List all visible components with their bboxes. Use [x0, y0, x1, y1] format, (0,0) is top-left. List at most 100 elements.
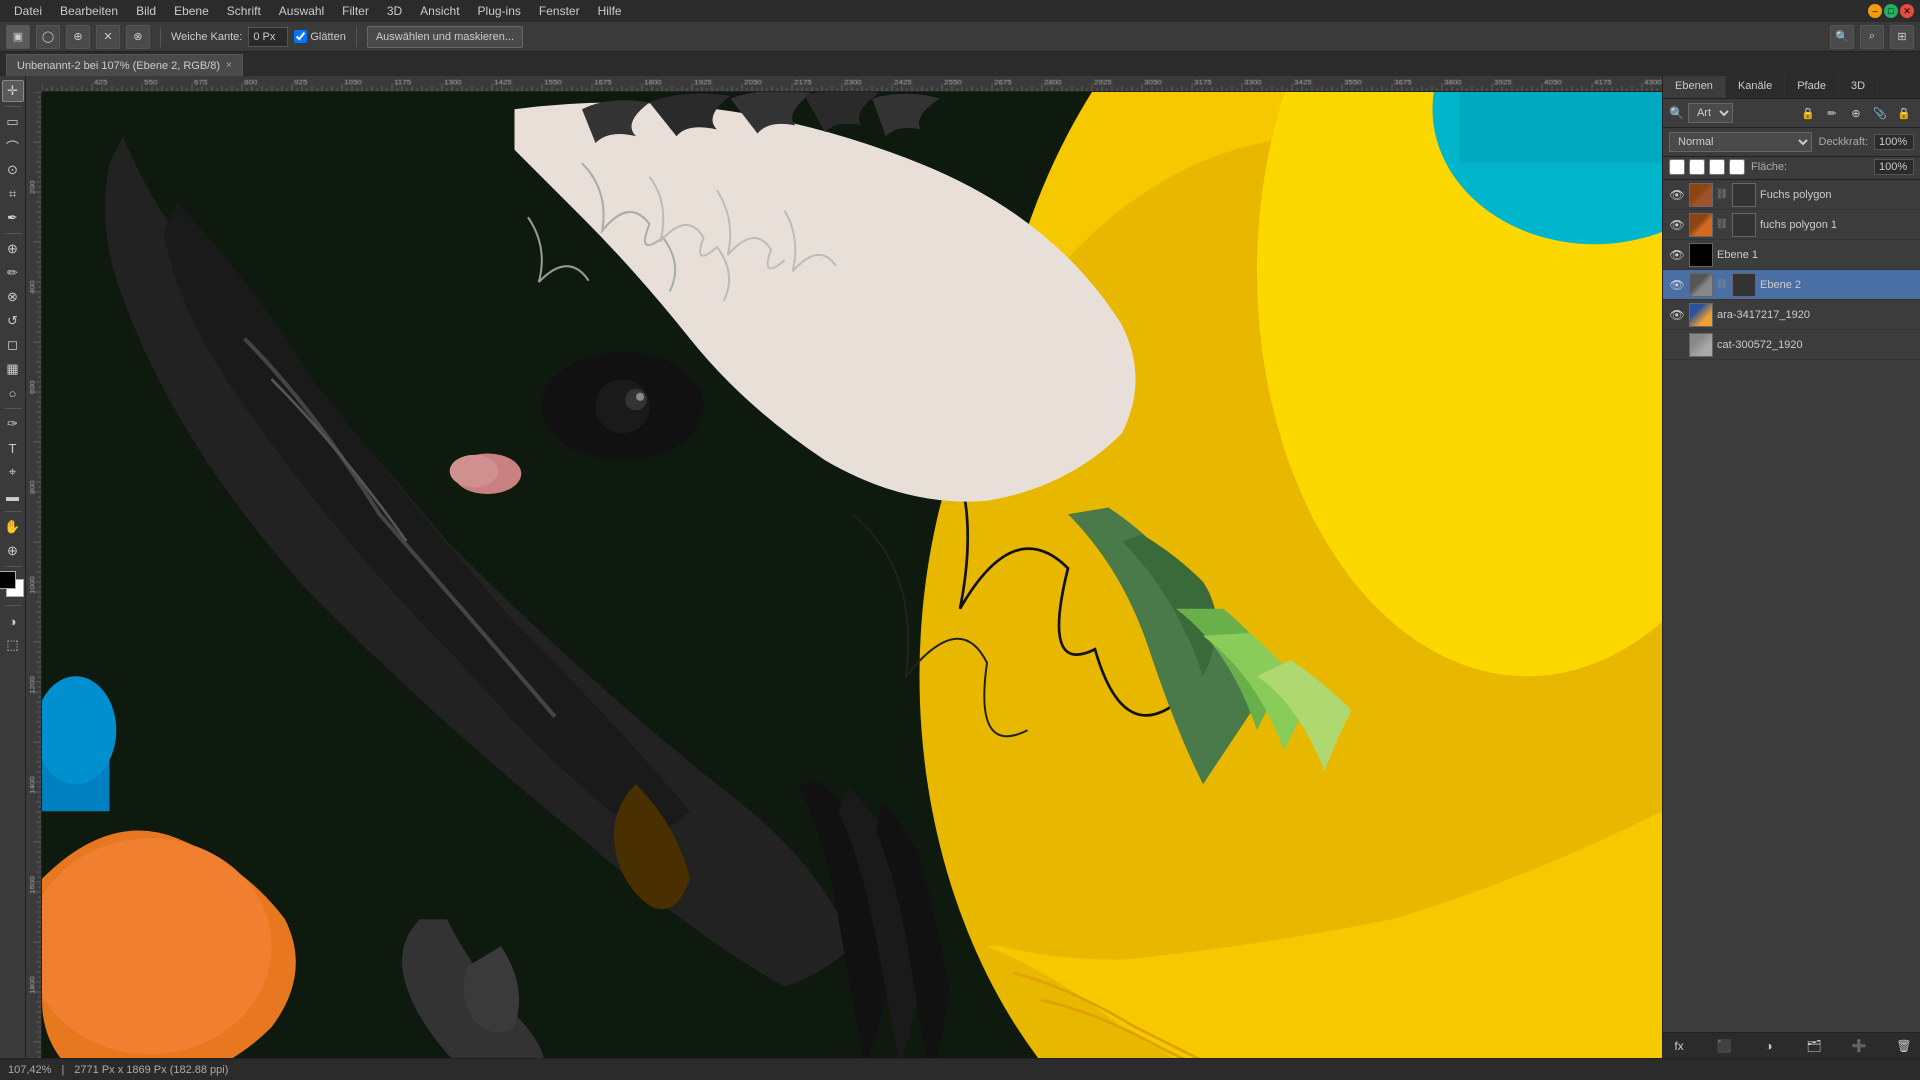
- menu-bearbeiten[interactable]: Bearbeiten: [52, 2, 126, 20]
- lock-all-btn[interactable]: 🔒: [1894, 103, 1914, 123]
- opacity-input[interactable]: [1874, 134, 1914, 150]
- dodge-tool[interactable]: ○: [2, 382, 24, 404]
- lock-artboard-btn[interactable]: 📎: [1870, 103, 1890, 123]
- layer-mask-button[interactable]: ⬛: [1714, 1036, 1734, 1056]
- canvas-area[interactable]: [26, 76, 1662, 1058]
- layer-chain-fuchs-polygon: ⛓: [1717, 189, 1727, 200]
- hand-tool[interactable]: ✋: [2, 516, 24, 538]
- tab-3d[interactable]: 3D: [1839, 76, 1878, 98]
- maximize-button[interactable]: □: [1884, 4, 1898, 18]
- tab-kanaele[interactable]: Kanäle: [1726, 76, 1785, 98]
- menu-ansicht[interactable]: Ansicht: [412, 2, 467, 20]
- menu-3d[interactable]: 3D: [379, 2, 410, 20]
- menu-hilfe[interactable]: Hilfe: [590, 2, 630, 20]
- tab-close-icon[interactable]: ×: [226, 60, 232, 71]
- eraser-tool[interactable]: ◻: [2, 334, 24, 356]
- color-swatches[interactable]: [0, 571, 26, 601]
- text-tool[interactable]: T: [2, 437, 24, 459]
- path-select-tool[interactable]: ⌖: [2, 461, 24, 483]
- search-icon-btn[interactable]: 🔍: [1830, 25, 1854, 49]
- spot-heal-tool[interactable]: ⊕: [2, 238, 24, 260]
- history-brush-tool[interactable]: ↺: [2, 310, 24, 332]
- layer-name-fuchs-polygon-1: fuchs polygon 1: [1760, 219, 1914, 231]
- selection-tool-new[interactable]: ⊗: [126, 25, 150, 49]
- screen-mode-btn[interactable]: ⊞: [1890, 25, 1914, 49]
- menu-bild[interactable]: Bild: [128, 2, 164, 20]
- lock-position-btn[interactable]: ⊕: [1846, 103, 1866, 123]
- lock-transparent-checkbox[interactable]: [1669, 159, 1685, 175]
- lasso-tool[interactable]: ⌒: [2, 135, 24, 157]
- pen-tool[interactable]: ✑: [2, 413, 24, 435]
- crop-tool[interactable]: ⌗: [2, 183, 24, 205]
- zoom-icon-btn[interactable]: ⌕: [1860, 25, 1884, 49]
- menu-schrift[interactable]: Schrift: [219, 2, 269, 20]
- zoom-tool[interactable]: ⊕: [2, 540, 24, 562]
- foreground-color[interactable]: [0, 571, 16, 589]
- menu-fenster[interactable]: Fenster: [531, 2, 588, 20]
- layer-item-cat[interactable]: cat-300572_1920: [1663, 330, 1920, 360]
- tool-separator3: [4, 408, 22, 409]
- marquee-tool[interactable]: ▭: [2, 111, 24, 133]
- soft-edge-input[interactable]: [248, 27, 288, 47]
- selection-tool-lasso[interactable]: ⊕: [66, 25, 90, 49]
- layer-visibility-ebene-2[interactable]: 👁: [1669, 277, 1685, 293]
- close-button[interactable]: ✕: [1900, 4, 1914, 18]
- menu-auswahl[interactable]: Auswahl: [271, 2, 332, 20]
- adjustment-layer-button[interactable]: ◑: [1759, 1036, 1779, 1056]
- brush-tool[interactable]: ✏: [2, 262, 24, 284]
- menu-filter[interactable]: Filter: [334, 2, 377, 20]
- layer-visibility-fuchs-polygon[interactable]: 👁: [1669, 187, 1685, 203]
- lock-paint-btn[interactable]: ✏: [1822, 103, 1842, 123]
- layer-thumb-ara: [1689, 303, 1713, 327]
- gradient-tool[interactable]: ▦: [2, 358, 24, 380]
- eyedropper-tool[interactable]: ✒: [2, 207, 24, 229]
- menu-plugins[interactable]: Plug-ins: [470, 2, 529, 20]
- tool-separator5: [4, 566, 22, 567]
- canvas-image[interactable]: [42, 92, 1662, 1058]
- clone-stamp-tool[interactable]: ⊗: [2, 286, 24, 308]
- delete-layer-button[interactable]: 🗑: [1894, 1036, 1914, 1056]
- lock-all-checkbox[interactable]: [1729, 159, 1745, 175]
- layer-mask-thumb-fuchs-polygon-1: [1732, 213, 1756, 237]
- layer-item-ebene-2[interactable]: 👁⛓Ebene 2: [1663, 270, 1920, 300]
- lock-pos-checkbox[interactable]: [1709, 159, 1725, 175]
- layer-type-filter[interactable]: Art: [1688, 103, 1733, 123]
- tab-pfade[interactable]: Pfade: [1785, 76, 1839, 98]
- layer-item-fuchs-polygon-1[interactable]: 👁⛓fuchs polygon 1: [1663, 210, 1920, 240]
- group-layers-button[interactable]: 🗂: [1804, 1036, 1824, 1056]
- layer-visibility-ara[interactable]: 👁: [1669, 307, 1685, 323]
- layer-style-button[interactable]: fx: [1669, 1036, 1689, 1056]
- layer-name-ebene-2: Ebene 2: [1760, 279, 1914, 291]
- selection-tool-ellipse[interactable]: ◯: [36, 25, 60, 49]
- smooth-checkbox-label[interactable]: Glätten: [294, 30, 345, 43]
- blend-mode-select[interactable]: Normal: [1669, 132, 1812, 152]
- soft-edge-label: Weiche Kante:: [171, 31, 242, 43]
- shape-tool[interactable]: ▬: [2, 485, 24, 507]
- smooth-checkbox[interactable]: [294, 30, 307, 43]
- layer-visibility-cat[interactable]: [1669, 337, 1685, 353]
- selection-tool-rect[interactable]: ▣: [6, 25, 30, 49]
- quick-mask-button[interactable]: ◑: [2, 610, 24, 632]
- move-tool[interactable]: ✛: [2, 80, 24, 102]
- layer-item-ebene-1[interactable]: 👁Ebene 1: [1663, 240, 1920, 270]
- separator: [160, 27, 161, 47]
- layer-item-fuchs-polygon[interactable]: 👁⛓Fuchs polygon: [1663, 180, 1920, 210]
- layer-mask-thumb-fuchs-polygon: [1732, 183, 1756, 207]
- lock-image-checkbox[interactable]: [1689, 159, 1705, 175]
- tab-ebenen[interactable]: Ebenen: [1663, 76, 1726, 98]
- minimize-button[interactable]: –: [1868, 4, 1882, 18]
- select-mask-button[interactable]: Auswählen und maskieren...: [367, 26, 523, 48]
- layer-visibility-ebene-1[interactable]: 👁: [1669, 247, 1685, 263]
- new-layer-button[interactable]: ➕: [1849, 1036, 1869, 1056]
- selection-tool-wand[interactable]: ✕: [96, 25, 120, 49]
- layer-visibility-fuchs-polygon-1[interactable]: 👁: [1669, 217, 1685, 233]
- lock-pixel-btn[interactable]: 🔒: [1798, 103, 1818, 123]
- fill-input[interactable]: [1874, 159, 1914, 175]
- quick-select-tool[interactable]: ⊙: [2, 159, 24, 181]
- menu-ebene[interactable]: Ebene: [166, 2, 217, 20]
- menu-datei[interactable]: Datei: [6, 2, 50, 20]
- document-tab[interactable]: Unbenannt-2 bei 107% (Ebene 2, RGB/8) ×: [6, 54, 243, 76]
- screen-mode-button[interactable]: ⬚: [2, 634, 24, 656]
- menu-bar: Datei Bearbeiten Bild Ebene Schrift Ausw…: [0, 0, 1920, 22]
- layer-item-ara[interactable]: 👁ara-3417217_1920: [1663, 300, 1920, 330]
